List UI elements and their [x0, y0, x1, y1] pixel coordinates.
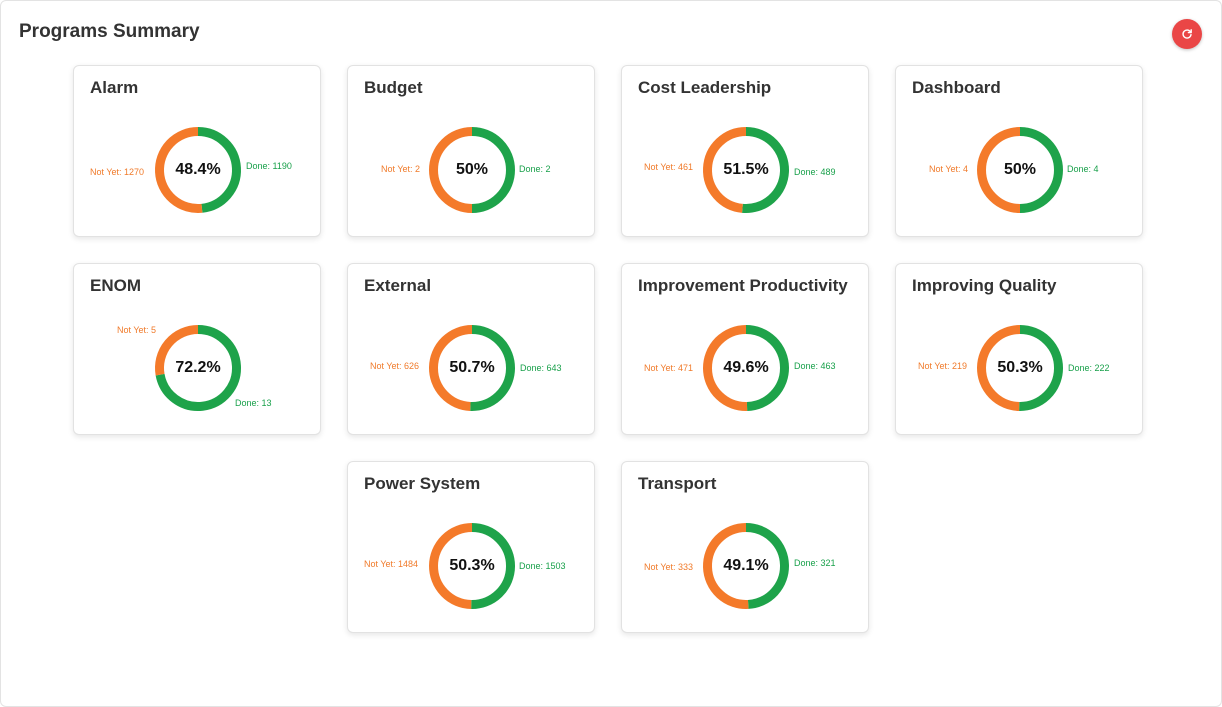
program-card-cost-leadership: Cost Leadership 51.5% Not Yet: 461 Done: 48…	[621, 65, 869, 237]
done-label: Done: 643	[520, 363, 562, 373]
completion-percent: 50.3%	[449, 557, 495, 574]
done-label: Done: 463	[794, 361, 836, 371]
program-card-dashboard: Dashboard 50% Not Yet: 4 Done: 4	[895, 65, 1143, 237]
program-card-title: Transport	[638, 474, 717, 493]
program-card-improving-quality: Improving Quality 50.3% Not Yet: 219 Done: …	[895, 263, 1143, 435]
refresh-icon	[1181, 28, 1193, 40]
not-yet-label: Not Yet: 2	[381, 164, 421, 174]
not-yet-label: Not Yet: 5	[117, 325, 157, 335]
refresh-button[interactable]	[1172, 19, 1202, 49]
done-label: Done: 222	[1068, 363, 1110, 373]
program-card-alarm: Alarm 48.4% Not Yet: 1270 Done: 1190	[73, 65, 321, 237]
page-title: Programs Summary	[19, 21, 200, 42]
program-card-title: Alarm	[90, 78, 139, 97]
not-yet-label: Not Yet: 471	[644, 363, 694, 373]
not-yet-label: Not Yet: 1270	[90, 167, 145, 177]
completion-percent: 50.3%	[997, 359, 1043, 376]
program-card-title: Dashboard	[912, 78, 1001, 97]
completion-percent: 48.4%	[175, 161, 221, 178]
program-card-title: Power System	[364, 474, 481, 493]
completion-percent: 50%	[455, 161, 489, 178]
done-label: Done: 489	[794, 167, 836, 177]
program-card-improvement-productivity: Improvement Productivity 49.6% Not Yet: 47…	[621, 263, 869, 435]
not-yet-label: Not Yet: 4	[929, 164, 969, 174]
completion-percent: 50%	[1003, 161, 1037, 178]
done-label: Done: 321	[794, 558, 836, 568]
program-card-enom: ENOM 72.2% Not Yet: 5 Done: 13	[73, 263, 321, 435]
not-yet-label: Not Yet: 626	[370, 361, 420, 371]
not-yet-label: Not Yet: 1484	[364, 559, 419, 569]
not-yet-label: Not Yet: 461	[644, 162, 694, 172]
program-card-transport: Transport 49.1% Not Yet: 333 Done: 321	[621, 461, 869, 633]
completion-percent: 51.5%	[723, 161, 769, 178]
program-card-title: Improving Quality	[912, 276, 1057, 295]
done-label: Done: 13	[235, 398, 272, 408]
program-card-external: External 50.7% Not Yet: 626 Done: 643	[347, 263, 595, 435]
not-yet-label: Not Yet: 333	[644, 562, 694, 572]
completion-percent: 49.6%	[723, 359, 769, 376]
program-card-title: External	[364, 276, 432, 295]
program-card-power-system: Power System 50.3% Not Yet: 1484 Done: 1503	[347, 461, 595, 633]
program-card-title: Cost Leadership	[638, 78, 772, 97]
completion-percent: 49.1%	[723, 557, 769, 574]
completion-percent: 50.7%	[449, 359, 495, 376]
done-label: Done: 1190	[246, 161, 292, 171]
completion-percent: 72.2%	[175, 359, 221, 376]
done-label: Done: 2	[519, 164, 551, 174]
program-card-budget: Budget 50% Not Yet: 2 Done: 2	[347, 65, 595, 237]
program-card-title: ENOM	[90, 276, 141, 295]
program-card-title: Improvement Productivity	[638, 276, 848, 295]
program-card-title: Budget	[364, 78, 423, 97]
done-label: Done: 4	[1067, 164, 1099, 174]
done-label: Done: 1503	[519, 561, 566, 571]
not-yet-label: Not Yet: 219	[918, 361, 968, 371]
